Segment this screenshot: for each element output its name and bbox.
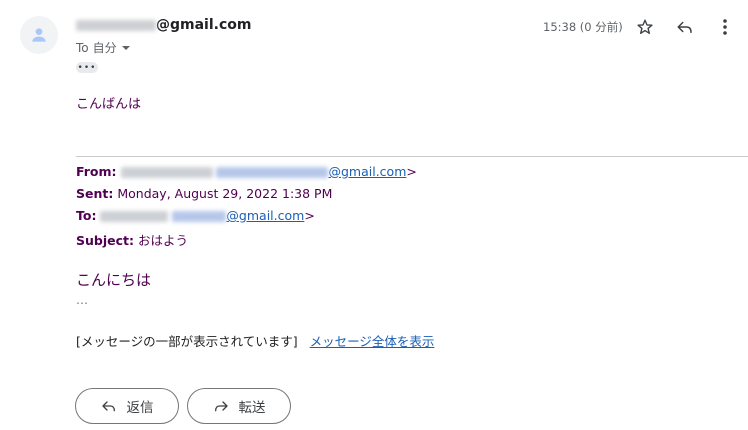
message-timestamp: 15:38 (0 分前)	[543, 20, 623, 34]
quoted-ellipsis: …	[76, 293, 88, 307]
reply-action-button[interactable]: 返信	[75, 388, 179, 424]
view-full-message-link[interactable]: メッセージ全体を表示	[310, 334, 435, 349]
forward-label: 転送	[238, 400, 266, 416]
quoted-sent-value: Monday, August 29, 2022 1:38 PM	[117, 186, 333, 201]
reply-label: 返信	[126, 400, 154, 416]
quoted-from-line: From: @gmail.com>	[76, 164, 417, 179]
quoted-from-email-link[interactable]: @gmail.com	[328, 164, 406, 179]
show-trimmed-content-button[interactable]: •••	[76, 62, 98, 73]
quote-divider	[76, 156, 748, 157]
redacted-name	[76, 19, 156, 31]
recipient-name: 自分	[92, 41, 117, 55]
reply-icon	[677, 21, 692, 33]
quoted-to-line: To: @gmail.com>	[76, 208, 315, 223]
star-icon	[637, 19, 653, 34]
quoted-sent-line: Sent: Monday, August 29, 2022 1:38 PM	[76, 186, 333, 201]
sender-address[interactable]: @gmail.com	[76, 17, 251, 33]
chevron-down-icon	[121, 45, 130, 50]
quoted-body-text: こんにちは	[76, 271, 152, 289]
quoted-to-email-link[interactable]: @gmail.com	[226, 208, 304, 223]
recipient-details-toggle[interactable]: To 自分	[76, 39, 131, 56]
message-greeting: こんばんは	[76, 97, 142, 112]
reply-icon	[101, 401, 115, 412]
avatar[interactable]	[20, 16, 58, 54]
quoted-subject-value: おはよう	[137, 233, 188, 248]
star-button[interactable]	[632, 14, 658, 40]
truncated-notice: [メッセージの一部が表示されています] メッセージ全体を表示	[76, 334, 435, 349]
forward-action-button[interactable]: 転送	[187, 388, 291, 424]
reply-button[interactable]	[672, 14, 698, 40]
more-vert-icon	[723, 19, 727, 35]
person-icon	[32, 28, 46, 42]
quoted-subject-line: Subject: おはよう	[76, 233, 188, 248]
more-options-button[interactable]	[712, 14, 738, 40]
to-prefix: To	[76, 40, 89, 55]
forward-icon	[214, 401, 228, 412]
